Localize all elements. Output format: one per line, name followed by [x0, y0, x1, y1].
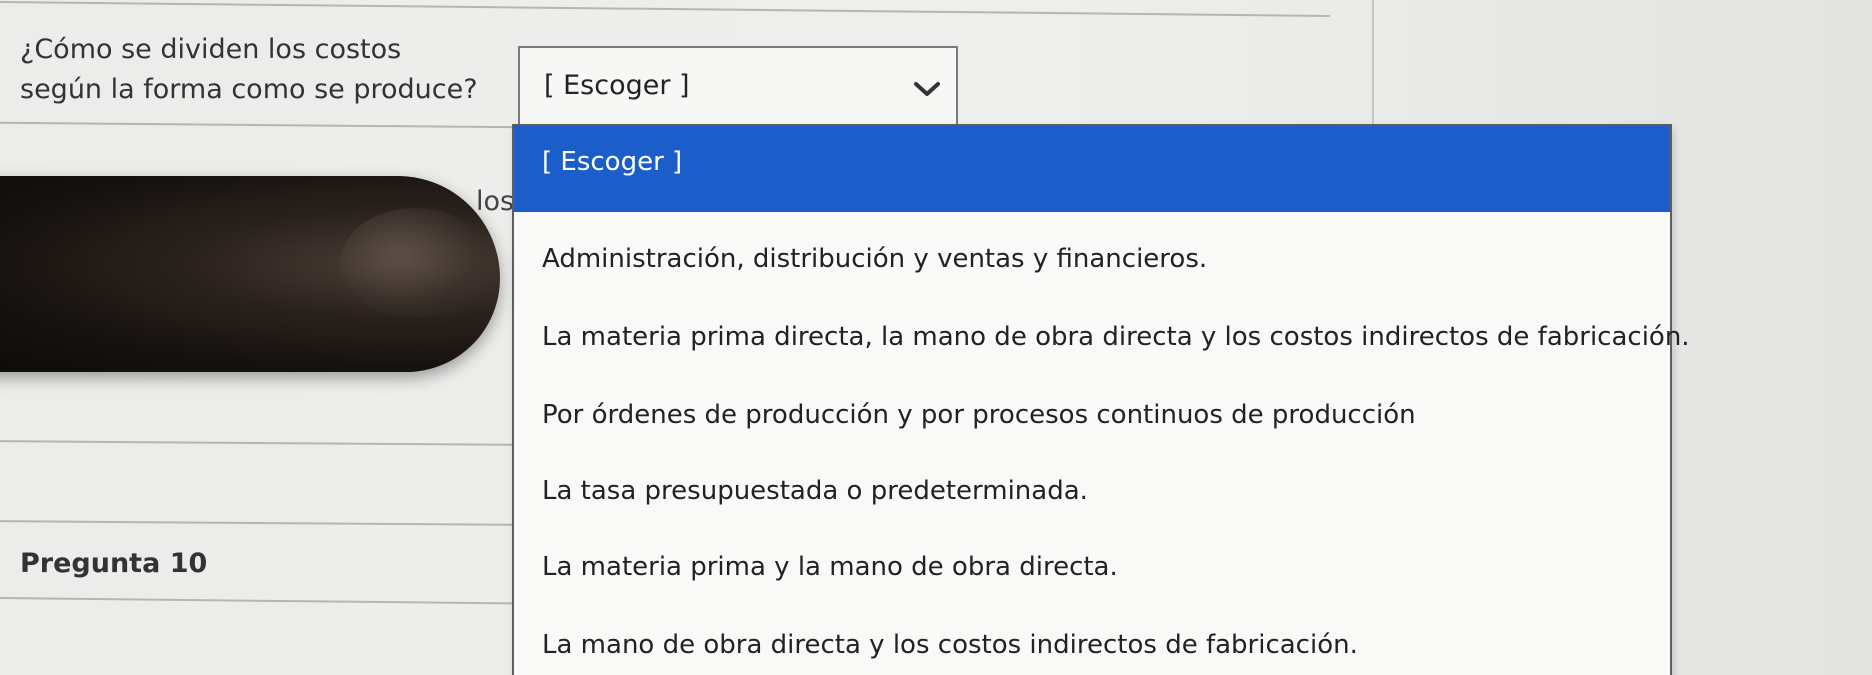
question-text: ¿Cómo se dividen los costos según la for…: [20, 34, 478, 105]
option-administracion[interactable]: Administración, distribución y ventas y …: [514, 230, 1670, 288]
option-materia-prima-mano-obra[interactable]: La materia prima y la mano de obra direc…: [514, 538, 1670, 596]
row-divider: [0, 440, 521, 446]
top-divider: [0, 1, 1330, 17]
quiz-page: ¿Cómo se dividen los costos según la for…: [0, 0, 1872, 675]
question-divider: [0, 121, 520, 129]
option-escoger[interactable]: [ Escoger ]: [514, 126, 1670, 212]
fingernail: [340, 208, 490, 318]
partial-question-text: los: [476, 186, 515, 217]
chevron-down-icon: [914, 82, 940, 96]
row-divider-2: [0, 520, 521, 526]
next-question-label: Pregunta 10: [20, 548, 208, 579]
option-ordenes-procesos[interactable]: Por órdenes de producción y por procesos…: [514, 386, 1670, 444]
option-tasa-presupuestada[interactable]: La tasa presupuestada o predeterminada.: [514, 462, 1670, 520]
answer-select[interactable]: [ Escoger ]: [518, 46, 958, 136]
select-value: [ Escoger ]: [544, 70, 690, 101]
answer-dropdown-list: [ Escoger ] Administración, distribución…: [512, 124, 1690, 675]
option-mano-obra-cif[interactable]: La mano de obra directa y los costos ind…: [514, 616, 1670, 674]
option-materia-prima-mano-obra-cif[interactable]: La materia prima directa, la mano de obr…: [514, 308, 1690, 366]
